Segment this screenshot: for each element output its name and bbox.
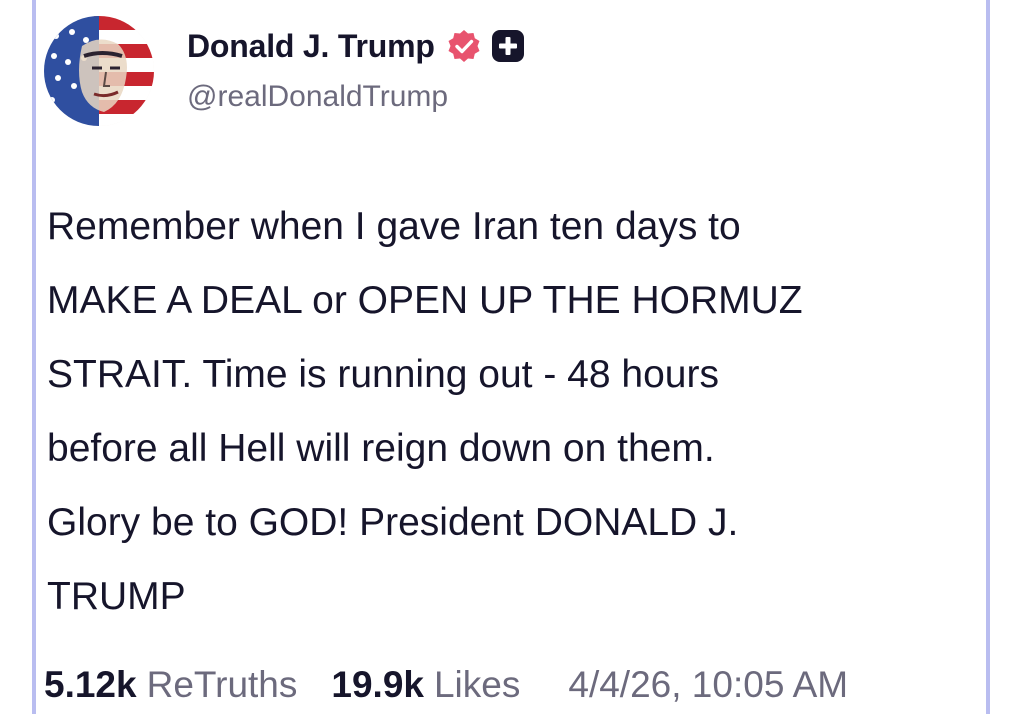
- likes-stat[interactable]: 19.9k Likes: [331, 660, 520, 710]
- retruths-stat[interactable]: 5.12k ReTruths: [44, 660, 297, 710]
- author-handle[interactable]: @realDonaldTrump: [187, 80, 448, 114]
- author-name-row: Donald J. Trump: [187, 26, 525, 66]
- author-display-name[interactable]: Donald J. Trump: [187, 28, 435, 65]
- verified-badge-icon: [447, 29, 481, 63]
- retruths-count: 5.12k: [44, 664, 137, 705]
- post-body-text: Remember when I gave Iran ten days to MA…: [47, 205, 803, 618]
- flag-portrait-avatar-icon: [44, 16, 154, 126]
- post-timestamp[interactable]: 4/4/26, 10:05 AM: [568, 660, 848, 710]
- plus-badge-icon: [491, 29, 525, 63]
- author-avatar[interactable]: [44, 16, 154, 126]
- retruths-label: ReTruths: [146, 664, 298, 705]
- post-stats-bar: 5.12k ReTruths 19.9k Likes 4/4/26, 10:05 A…: [44, 660, 984, 710]
- likes-label: Likes: [433, 664, 521, 705]
- likes-count: 19.9k: [331, 664, 424, 705]
